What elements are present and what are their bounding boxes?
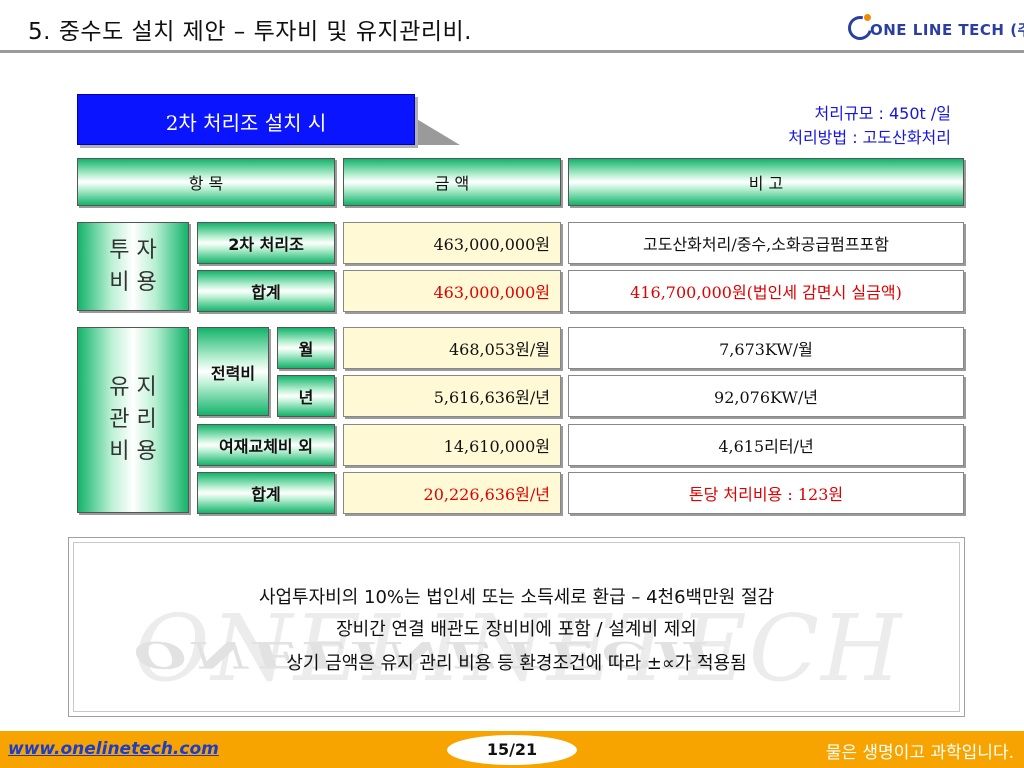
row-label-text: 여재교체비 외 bbox=[219, 437, 313, 456]
category-maintenance-line2: 관 리 bbox=[109, 407, 157, 432]
cell-amount-total: 20,226,636원/년 bbox=[343, 472, 561, 514]
row-label-text: 합계 bbox=[251, 485, 281, 504]
header-item: 항 목 bbox=[77, 158, 335, 206]
note-line-1: 사업투자비의 10%는 법인세 또는 소득세로 환급 – 4천6백만원 절감 bbox=[258, 587, 775, 608]
title-divider bbox=[0, 50, 1024, 53]
row-label-investment-total: 합계 bbox=[197, 270, 335, 312]
notes-box: ONELINETECH ONELINETECH 사업투자비의 10%는 법인세 … bbox=[68, 537, 965, 717]
note-line-3: 상기 금액은 유지 관리 비용 등 환경조건에 따라 ±∝가 적용됨 bbox=[286, 653, 747, 674]
cell-remark: 고도산화처리/중수,소화공급펌프포함 bbox=[568, 222, 964, 264]
notes-box-inner: ONELINETECH ONELINETECH 사업투자비의 10%는 법인세 … bbox=[73, 542, 960, 712]
row-label-text: 전력비 bbox=[210, 363, 256, 383]
category-maintenance-line3: 비 용 bbox=[109, 439, 157, 464]
row-label-media-replacement: 여재교체비 외 bbox=[197, 424, 335, 466]
header-item-label: 항 목 bbox=[188, 174, 224, 193]
spec-method: 처리방법 : 고도산화처리 bbox=[788, 128, 951, 147]
banner-label: 2차 처리조 설치 시 bbox=[165, 111, 327, 135]
company-logo: ONE LINE TECH (주) bbox=[843, 11, 1024, 48]
cell-remark: 7,673KW/월 bbox=[568, 327, 964, 369]
header-amount: 금 액 bbox=[343, 158, 561, 206]
category-maintenance-line1: 유 지 bbox=[109, 375, 157, 400]
page-title: 5. 중수도 설치 제안 – 투자비 및 유지관리비. bbox=[28, 19, 472, 45]
page-indicator: 15/21 bbox=[447, 735, 577, 765]
row-label-maintenance-total: 합계 bbox=[197, 472, 335, 514]
spec-capacity: 처리규모 : 450t /일 bbox=[814, 104, 951, 123]
row-label-text: 년 bbox=[298, 388, 314, 407]
logo-text: ONE LINE TECH (주) bbox=[870, 21, 1024, 39]
row-label-year: 년 bbox=[277, 375, 335, 417]
row-label-text: 월 bbox=[298, 340, 314, 359]
category-investment-line2: 비 용 bbox=[109, 269, 157, 295]
row-label-month: 월 bbox=[277, 327, 335, 369]
website-link[interactable]: www.onelinetech.com bbox=[8, 739, 219, 759]
cell-amount: 468,053원/월 bbox=[343, 327, 561, 369]
cell-remark-total: 톤당 처리비용 : 123원 bbox=[568, 472, 964, 514]
row-label-treatment-tank: 2차 처리조 bbox=[197, 222, 335, 264]
section-banner: 2차 처리조 설치 시 bbox=[77, 94, 415, 145]
header-amount-label: 금 액 bbox=[434, 174, 470, 193]
cell-amount: 463,000,000원 bbox=[343, 222, 561, 264]
header-remark: 비 고 bbox=[568, 158, 964, 206]
footer-bar: www.onelinetech.com 15/21 물은 생명이고 과학입니다. bbox=[0, 731, 1024, 768]
note-line-2: 장비간 연결 배관도 장비비에 포함 / 설계비 제외 bbox=[336, 619, 697, 640]
cell-amount-total: 463,000,000원 bbox=[343, 270, 561, 312]
banner-arrow-icon bbox=[415, 118, 460, 145]
cell-remark: 4,615리터/년 bbox=[568, 424, 964, 466]
category-investment-line1: 투 자 bbox=[109, 237, 157, 263]
page-number: 15/21 bbox=[486, 740, 538, 759]
cell-amount: 5,616,636원/년 bbox=[343, 375, 561, 417]
category-maintenance: 유 지 관 리 비 용 bbox=[77, 327, 189, 513]
category-investment: 투 자 비 용 bbox=[77, 222, 189, 311]
cell-remark-total: 416,700,000원(법인세 감면시 실금액) bbox=[568, 270, 964, 312]
row-label-text: 2차 처리조 bbox=[228, 235, 304, 254]
cell-amount: 14,610,000원 bbox=[343, 424, 561, 466]
row-label-text: 합계 bbox=[251, 283, 281, 302]
footer-motto: 물은 생명이고 과학입니다. bbox=[825, 743, 1014, 763]
cell-remark: 92,076KW/년 bbox=[568, 375, 964, 417]
header-remark-label: 비 고 bbox=[748, 174, 784, 193]
row-label-power: 전력비 bbox=[197, 327, 269, 416]
